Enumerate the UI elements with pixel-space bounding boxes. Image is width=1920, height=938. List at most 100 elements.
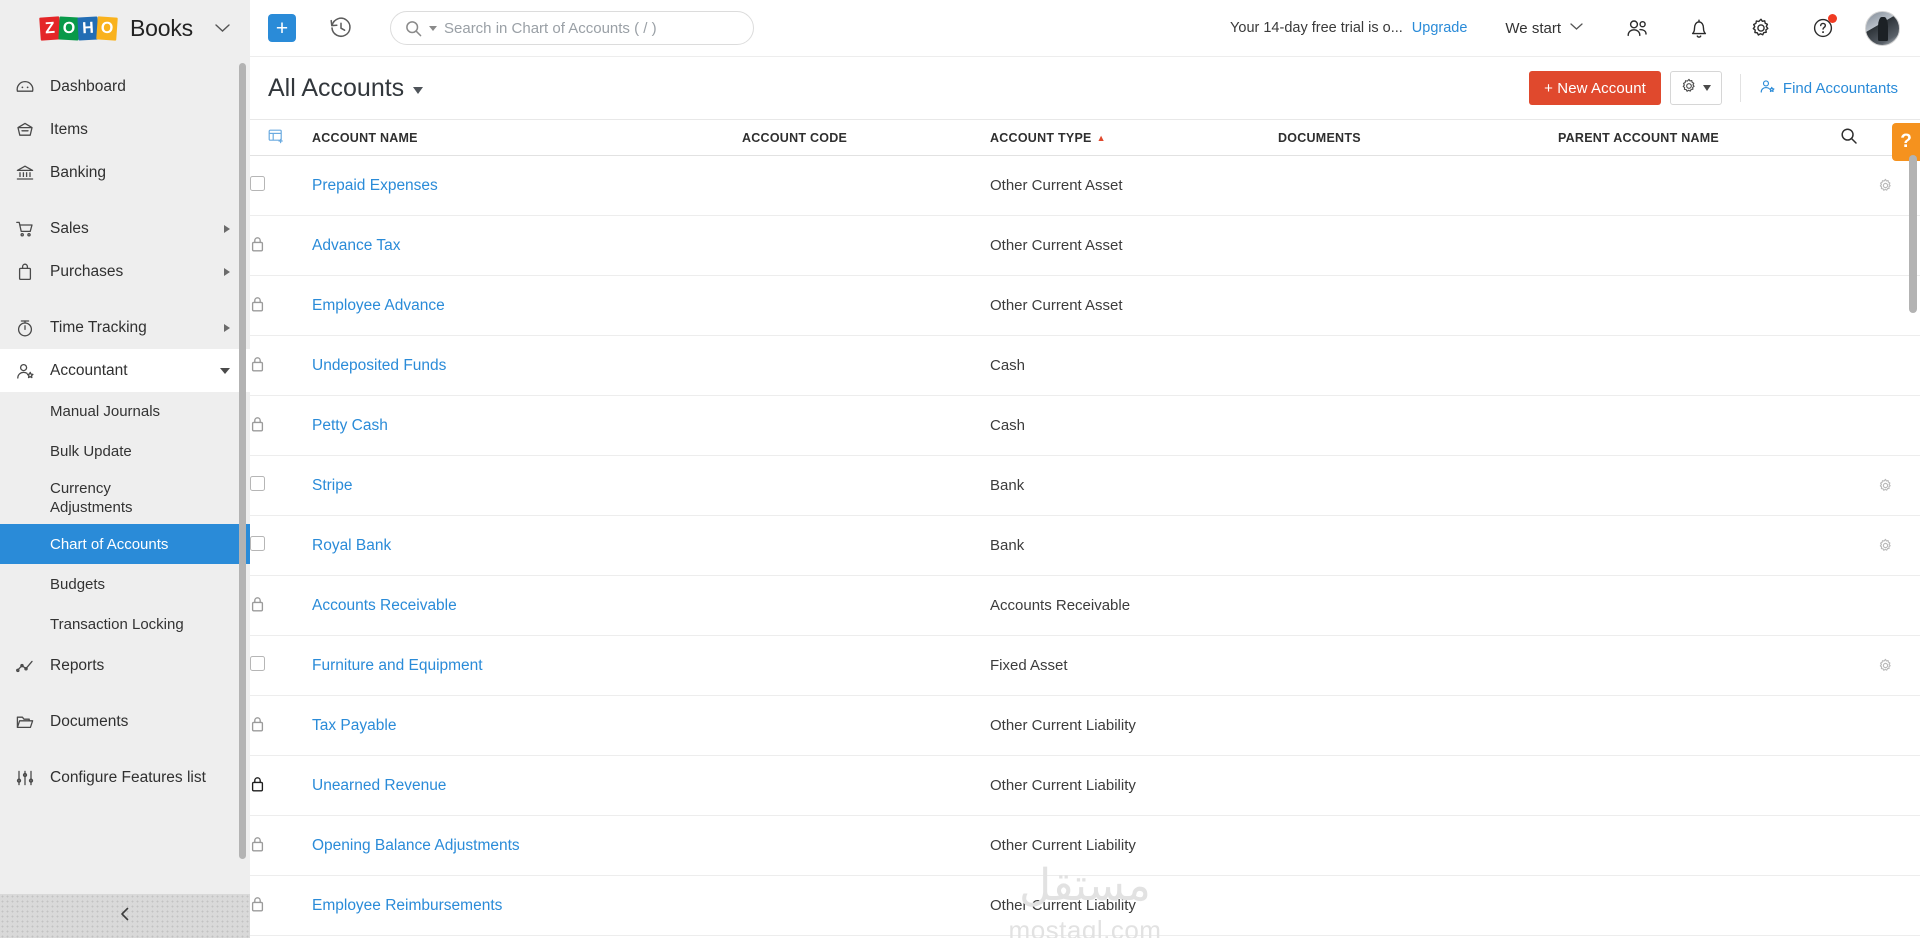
- account-name-link[interactable]: Opening Balance Adjustments: [312, 837, 520, 854]
- table-row[interactable]: Unearned Revenue Other Current Liability: [250, 755, 1920, 816]
- table-row[interactable]: Stripe Bank: [250, 455, 1920, 516]
- column-header-account-code[interactable]: ACCOUNT CODE: [742, 119, 990, 156]
- nav-divider: [0, 194, 250, 207]
- row-select-cell[interactable]: [250, 575, 312, 636]
- row-select-cell[interactable]: [250, 215, 312, 276]
- account-name-link[interactable]: Royal Bank: [312, 537, 391, 554]
- row-select-cell[interactable]: [250, 275, 312, 336]
- organization-switcher[interactable]: We start: [1505, 20, 1583, 37]
- create-new-button[interactable]: +: [268, 14, 296, 42]
- table-row[interactable]: Employee Advance Other Current Asset: [250, 275, 1920, 336]
- row-select-cell[interactable]: [250, 455, 312, 516]
- chevron-down-icon[interactable]: [215, 21, 230, 36]
- row-select-cell[interactable]: [250, 815, 312, 876]
- column-header-parent-account-name[interactable]: PARENT ACCOUNT NAME: [1558, 119, 1840, 156]
- sidebar-item-banking[interactable]: Banking: [0, 151, 250, 194]
- contacts-icon[interactable]: [1623, 14, 1651, 42]
- table-row[interactable]: Tax Payable Other Current Liability: [250, 695, 1920, 756]
- sidebar-item-sales[interactable]: Sales: [0, 207, 250, 250]
- row-actions-cell: [1840, 695, 1920, 756]
- row-select-cell[interactable]: [250, 335, 312, 396]
- page-title[interactable]: All Accounts: [268, 74, 424, 103]
- row-select-cell[interactable]: [250, 755, 312, 816]
- table-header-row: ACCOUNT NAME ACCOUNT CODE ACCOUNT TYPE ▲ …: [250, 119, 1920, 156]
- bell-icon[interactable]: [1685, 14, 1713, 42]
- list-settings-button[interactable]: [1669, 71, 1722, 105]
- row-select-cell[interactable]: [250, 635, 312, 696]
- table-row[interactable]: Advance Tax Other Current Asset: [250, 215, 1920, 276]
- sidebar-collapse-button[interactable]: [0, 894, 250, 938]
- account-name-link[interactable]: Undeposited Funds: [312, 357, 446, 374]
- column-select-icon[interactable]: [268, 129, 284, 147]
- sidebar-item-transaction-locking[interactable]: Transaction Locking: [0, 604, 250, 644]
- sidebar-item-items[interactable]: Items: [0, 108, 250, 151]
- table-row[interactable]: Opening Balance Adjustments Other Current…: [250, 815, 1920, 876]
- account-name-link[interactable]: Tax Payable: [312, 717, 396, 734]
- upgrade-link[interactable]: Upgrade: [1412, 20, 1468, 36]
- sidebar-item-currency-adjustments[interactable]: Currency Adjustments: [0, 472, 150, 524]
- history-icon[interactable]: [328, 15, 354, 41]
- row-select-cell[interactable]: [250, 395, 312, 456]
- help-icon[interactable]: [1809, 14, 1837, 42]
- caret-down-icon[interactable]: [413, 87, 424, 94]
- account-name-link[interactable]: Accounts Receivable: [312, 597, 457, 614]
- gear-icon[interactable]: [1747, 14, 1775, 42]
- row-gear-icon[interactable]: [1840, 177, 1920, 194]
- row-gear-icon[interactable]: [1840, 477, 1920, 494]
- column-header-account-name[interactable]: ACCOUNT NAME: [312, 119, 742, 156]
- row-checkbox[interactable]: [250, 656, 265, 671]
- row-select-cell[interactable]: [250, 155, 312, 216]
- row-gear-icon[interactable]: [1840, 657, 1920, 674]
- row-select-cell[interactable]: [250, 515, 312, 576]
- sidebar-scrollbar-thumb[interactable]: [239, 63, 246, 859]
- table-scrollbar[interactable]: [1909, 155, 1917, 938]
- account-name-link[interactable]: Prepaid Expenses: [312, 177, 438, 194]
- table-row[interactable]: Royal Bank Bank: [250, 515, 1920, 576]
- row-select-cell[interactable]: [250, 695, 312, 756]
- table-row[interactable]: Petty Cash Cash: [250, 395, 1920, 456]
- sidebar-item-time-tracking[interactable]: Time Tracking: [0, 306, 250, 349]
- sidebar-item-bulk-update[interactable]: Bulk Update: [0, 432, 250, 472]
- row-checkbox[interactable]: [250, 176, 265, 191]
- sidebar-item-manual-journals[interactable]: Manual Journals: [0, 392, 250, 432]
- column-header-account-type[interactable]: ACCOUNT TYPE ▲: [990, 119, 1278, 156]
- row-gear-icon[interactable]: [1840, 537, 1920, 554]
- brand-area[interactable]: Z O H O Books: [0, 0, 250, 57]
- column-header-select[interactable]: [250, 119, 312, 156]
- account-name-link[interactable]: Employee Advance: [312, 297, 445, 314]
- column-header-documents[interactable]: DOCUMENTS: [1278, 119, 1558, 156]
- search-input[interactable]: [444, 19, 739, 37]
- sidebar-item-chart-of-accounts[interactable]: Chart of Accounts: [0, 524, 250, 565]
- row-documents-cell: [1278, 635, 1558, 696]
- table-row[interactable]: Furniture and Equipment Fixed Asset: [250, 635, 1920, 696]
- sidebar-scrollbar[interactable]: [239, 61, 246, 890]
- folder-icon: [14, 711, 36, 733]
- table-row[interactable]: Prepaid Expenses Other Current Asset: [250, 155, 1920, 216]
- sidebar-item-dashboard[interactable]: Dashboard: [0, 65, 250, 108]
- sidebar-item-configure-features[interactable]: Configure Features list: [0, 756, 250, 799]
- search-bar[interactable]: [390, 11, 754, 45]
- table-row[interactable]: Employee Reimbursements Other Current Lia…: [250, 875, 1920, 936]
- row-select-cell[interactable]: [250, 875, 312, 936]
- account-name-link[interactable]: Advance Tax: [312, 237, 400, 254]
- row-checkbox[interactable]: [250, 536, 265, 551]
- sidebar-item-documents[interactable]: Documents: [0, 700, 250, 743]
- table-row[interactable]: Accounts Receivable Accounts Receivable: [250, 575, 1920, 636]
- new-account-button[interactable]: + New Account: [1529, 71, 1661, 105]
- sidebar-item-reports[interactable]: Reports: [0, 644, 250, 687]
- table-scrollbar-thumb[interactable]: [1909, 155, 1917, 313]
- find-accountants-link[interactable]: Find Accountants: [1759, 78, 1898, 99]
- search-scope-caret-icon[interactable]: [429, 25, 437, 31]
- account-name-link[interactable]: Employee Reimbursements: [312, 897, 502, 914]
- account-name-link[interactable]: Stripe: [312, 477, 353, 494]
- avatar[interactable]: [1865, 10, 1900, 46]
- sidebar-item-accountant[interactable]: Accountant: [0, 349, 250, 392]
- table-row[interactable]: Undeposited Funds Cash: [250, 335, 1920, 396]
- sidebar-item-purchases[interactable]: Purchases: [0, 250, 250, 293]
- account-name-link[interactable]: Petty Cash: [312, 417, 388, 434]
- row-checkbox[interactable]: [250, 476, 265, 491]
- search-icon[interactable]: [1840, 128, 1858, 148]
- sidebar-item-budgets[interactable]: Budgets: [0, 564, 250, 604]
- account-name-link[interactable]: Unearned Revenue: [312, 777, 446, 794]
- account-name-link[interactable]: Furniture and Equipment: [312, 657, 483, 674]
